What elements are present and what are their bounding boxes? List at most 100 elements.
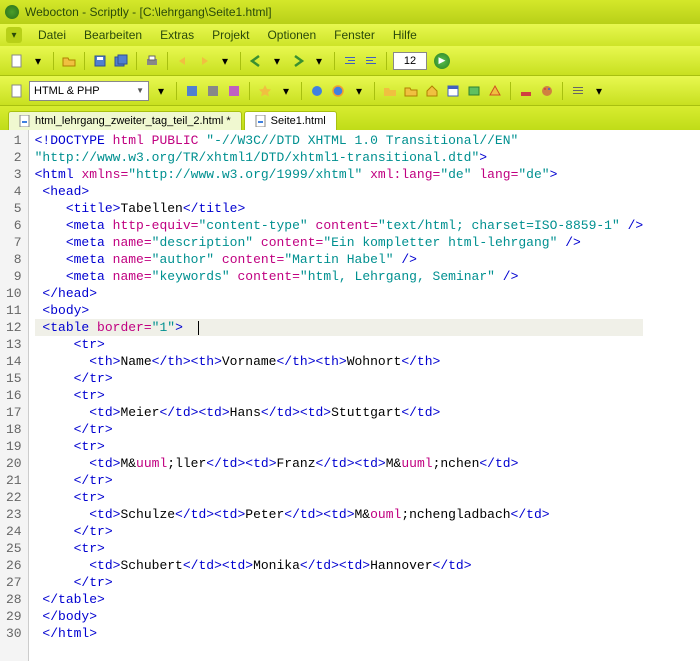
window-icon[interactable] [444, 82, 462, 100]
code-line[interactable]: <table border="1"> [35, 319, 644, 336]
code-line[interactable]: <tr> [35, 387, 644, 404]
code-line[interactable]: <meta name="description" content="Ein ko… [35, 234, 644, 251]
code-line[interactable]: </body> [35, 608, 644, 625]
folder-icon[interactable] [381, 82, 399, 100]
code-line[interactable]: <td>Schubert</td><td>Monika</td><td>Hann… [35, 557, 644, 574]
code-line[interactable] [35, 642, 644, 659]
list-dropdown[interactable]: ▾ [590, 82, 608, 100]
code-line[interactable]: <tr> [35, 336, 644, 353]
warning-icon[interactable] [486, 82, 504, 100]
tab-1[interactable]: Seite1.html [244, 111, 337, 130]
line-number: 23 [6, 506, 22, 523]
color-picker-icon[interactable] [517, 82, 535, 100]
code-line[interactable]: <tr> [35, 489, 644, 506]
code-line[interactable]: </html> [35, 625, 644, 642]
line-number [6, 642, 22, 659]
code-line[interactable]: <title>Tabellen</title> [35, 200, 644, 217]
save-button[interactable] [91, 52, 109, 70]
doc-type-icon[interactable] [8, 82, 26, 100]
back-dropdown[interactable]: ▾ [268, 52, 286, 70]
code-line[interactable]: </tr> [35, 523, 644, 540]
redo-button[interactable] [195, 52, 213, 70]
indent-right-button[interactable] [362, 52, 380, 70]
line-number: 30 [6, 625, 22, 642]
line-number: 19 [6, 438, 22, 455]
favorite-dropdown[interactable]: ▾ [277, 82, 295, 100]
line-number: 17 [6, 404, 22, 421]
folder2-icon[interactable] [402, 82, 420, 100]
code-line[interactable]: <meta name="author" content="Martin Habe… [35, 251, 644, 268]
code-line[interactable]: <tr> [35, 540, 644, 557]
line-number: 6 [6, 217, 22, 234]
code-content[interactable]: <!DOCTYPE html PUBLIC "-//W3C//DTD XHTML… [29, 130, 650, 661]
line-number: 2 [6, 149, 22, 166]
menu-hilfe[interactable]: Hilfe [385, 26, 425, 44]
picture-icon[interactable] [465, 82, 483, 100]
code-line[interactable]: </head> [35, 285, 644, 302]
code-line[interactable]: <td>M&uuml;ller</td><td>Franz</td><td>M&… [35, 455, 644, 472]
tool-1[interactable] [183, 82, 201, 100]
code-line[interactable]: <body> [35, 302, 644, 319]
forward-dropdown[interactable]: ▾ [310, 52, 328, 70]
forward-button[interactable] [289, 52, 307, 70]
code-line[interactable]: </tr> [35, 574, 644, 591]
menubar: ▾ Datei Bearbeiten Extras Projekt Option… [0, 24, 700, 46]
menu-fenster[interactable]: Fenster [326, 26, 383, 44]
code-line[interactable]: <html xmlns="http://www.w3.org/1999/xhtm… [35, 166, 644, 183]
menu-extras[interactable]: Extras [152, 26, 202, 44]
window-title: Webocton - Scriptly - [C:\lehrgang\Seite… [25, 5, 272, 19]
code-line[interactable]: </tr> [35, 421, 644, 438]
go-button[interactable]: ▶ [434, 53, 450, 69]
language-select[interactable]: HTML & PHP [29, 81, 149, 101]
line-number: 18 [6, 421, 22, 438]
code-line[interactable]: "http://www.w3.org/TR/xhtml1/DTD/xhtml1-… [35, 149, 644, 166]
browser-ie-alt-icon[interactable] [329, 82, 347, 100]
indent-left-button[interactable] [341, 52, 359, 70]
tab-label: Seite1.html [271, 115, 326, 127]
code-line[interactable]: <!DOCTYPE html PUBLIC "-//W3C//DTD XHTML… [35, 132, 644, 149]
home-icon[interactable] [423, 82, 441, 100]
line-number: 7 [6, 234, 22, 251]
line-number: 26 [6, 557, 22, 574]
html-file-icon [255, 115, 267, 127]
line-number: 5 [6, 200, 22, 217]
code-line[interactable]: <tr> [35, 438, 644, 455]
line-number: 25 [6, 540, 22, 557]
menu-expand-icon[interactable]: ▾ [6, 27, 22, 43]
code-line[interactable]: <meta http-equiv="content-type" content=… [35, 217, 644, 234]
line-number: 24 [6, 523, 22, 540]
menu-bearbeiten[interactable]: Bearbeiten [76, 26, 150, 44]
menu-projekt[interactable]: Projekt [204, 26, 257, 44]
tool-3[interactable] [225, 82, 243, 100]
code-line[interactable]: </tr> [35, 370, 644, 387]
new-file-button[interactable] [8, 52, 26, 70]
redo-dropdown[interactable]: ▾ [216, 52, 234, 70]
list-icon[interactable] [569, 82, 587, 100]
code-editor[interactable]: 1234567891011121314151617181920212223242… [0, 130, 700, 661]
palette-icon[interactable] [538, 82, 556, 100]
save-all-button[interactable] [112, 52, 130, 70]
browser-ie-icon[interactable] [308, 82, 326, 100]
open-button[interactable] [60, 52, 78, 70]
menu-optionen[interactable]: Optionen [259, 26, 324, 44]
menu-datei[interactable]: Datei [30, 26, 74, 44]
undo-button[interactable] [174, 52, 192, 70]
line-number: 13 [6, 336, 22, 353]
line-number: 3 [6, 166, 22, 183]
code-line[interactable]: <th>Name</th><th>Vorname</th><th>Wohnort… [35, 353, 644, 370]
code-line[interactable]: <td>Schulze</td><td>Peter</td><td>M&ouml… [35, 506, 644, 523]
favorite-icon[interactable] [256, 82, 274, 100]
page-number-input[interactable]: 12 [393, 52, 427, 70]
code-line[interactable]: <td>Meier</td><td>Hans</td><td>Stuttgart… [35, 404, 644, 421]
tab-0[interactable]: html_lehrgang_zweiter_tag_teil_2.html * [8, 111, 242, 130]
lang-dropdown[interactable]: ▾ [152, 82, 170, 100]
code-line[interactable]: <meta name="keywords" content="html, Leh… [35, 268, 644, 285]
code-line[interactable]: <head> [35, 183, 644, 200]
code-line[interactable]: </tr> [35, 472, 644, 489]
back-button[interactable] [247, 52, 265, 70]
browser-dropdown[interactable]: ▾ [350, 82, 368, 100]
code-line[interactable]: </table> [35, 591, 644, 608]
tool-2[interactable] [204, 82, 222, 100]
print-button[interactable] [143, 52, 161, 70]
new-dropdown[interactable]: ▾ [29, 52, 47, 70]
